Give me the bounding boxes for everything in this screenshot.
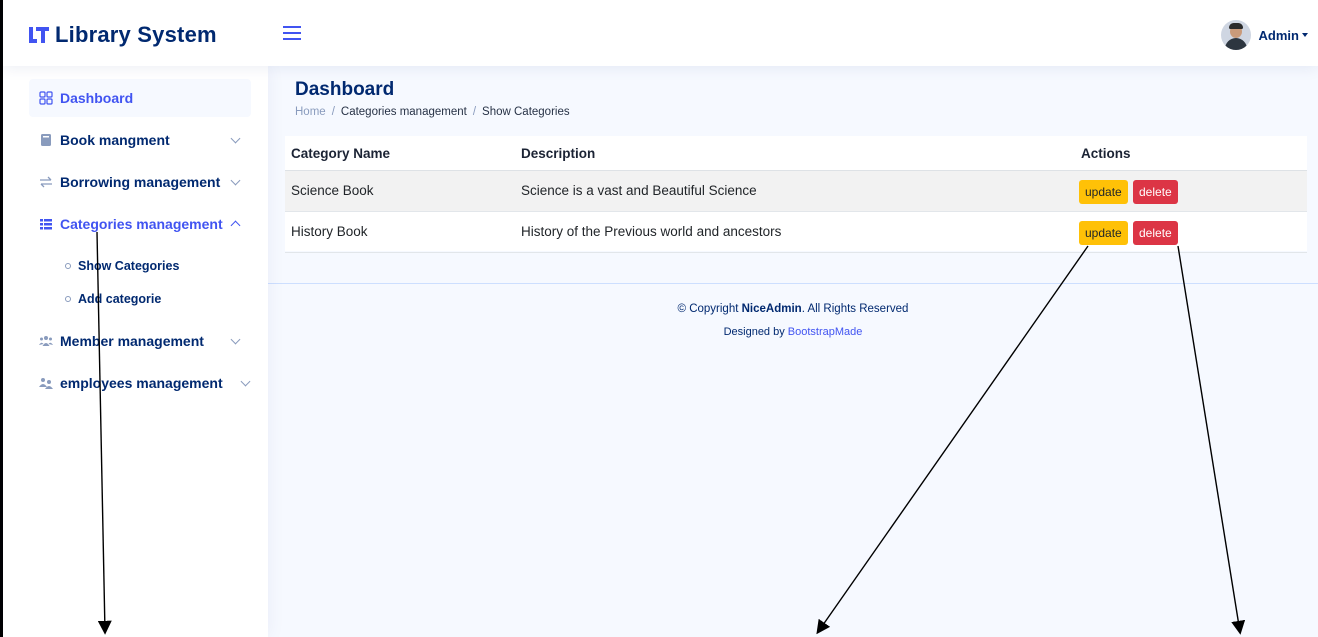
update-button[interactable]: update <box>1079 221 1128 245</box>
chevron-down-icon <box>230 133 241 144</box>
chevron-down-icon <box>240 376 251 387</box>
breadcrumb-current: Show Categories <box>482 106 570 118</box>
page: Library System Admin Dashboard Book mang… <box>0 0 1318 637</box>
sidebar-item-borrowing[interactable]: Borrowing management <box>29 163 251 201</box>
logo-icon <box>29 25 49 45</box>
sidebar-subitem-label: Add categorie <box>78 292 162 306</box>
chevron-down-icon <box>230 334 241 345</box>
app-title: Library System <box>55 22 217 47</box>
arrows-icon <box>39 175 53 189</box>
column-header-description: Description <box>521 146 596 161</box>
sidebar: Dashboard Book mangment Borrowing manage… <box>3 66 268 637</box>
sidebar-item-label: Borrowing management <box>60 174 221 190</box>
credits: Designed by BootstrapMade <box>268 326 1318 338</box>
main-content: Dashboard Home / Categories management /… <box>268 66 1318 637</box>
delete-button[interactable]: delete <box>1133 180 1178 204</box>
footer-divider <box>268 283 1318 284</box>
page-title: Dashboard <box>295 79 395 100</box>
sidebar-subitem-label: Show Categories <box>78 259 180 273</box>
people-icon <box>39 334 53 348</box>
copyright-suffix: . All Rights Reserved <box>801 303 909 315</box>
table-row: History Book History of the Previous wor… <box>285 212 1307 253</box>
sidebar-toggle-icon[interactable] <box>283 25 301 41</box>
column-header-actions: Actions <box>1081 146 1131 161</box>
sidebar-item-label: employees management <box>60 375 223 391</box>
user-menu[interactable]: Admin <box>1220 20 1308 50</box>
list-icon <box>39 217 53 231</box>
chevron-down-icon <box>230 175 241 186</box>
copyright-brand: NiceAdmin <box>741 303 802 315</box>
table-header: Category Name Description Actions <box>285 136 1307 171</box>
update-button[interactable]: update <box>1079 180 1128 204</box>
sidebar-item-label: Dashboard <box>60 90 134 106</box>
chevron-up-icon <box>230 220 241 231</box>
avatar <box>1220 20 1251 50</box>
sidebar-subitem-add-category[interactable]: Add categorie <box>65 292 161 306</box>
circle-icon <box>65 296 71 302</box>
breadcrumb: Home / Categories management / Show Cate… <box>295 106 570 118</box>
breadcrumb-home[interactable]: Home <box>295 106 326 118</box>
sidebar-item-books[interactable]: Book mangment <box>29 121 251 159</box>
top-header: Library System Admin <box>3 0 1318 66</box>
sidebar-item-label: Member management <box>60 333 204 349</box>
sidebar-item-categories[interactable]: Categories management <box>29 205 251 243</box>
category-name: Science Book <box>291 183 374 198</box>
copyright: © Copyright NiceAdmin. All Rights Reserv… <box>268 303 1318 315</box>
designer-link[interactable]: BootstrapMade <box>788 326 863 338</box>
people-icon <box>39 376 53 390</box>
book-icon <box>39 133 53 147</box>
delete-button[interactable]: delete <box>1133 221 1178 245</box>
column-header-name: Category Name <box>291 146 391 161</box>
category-name: History Book <box>291 224 368 239</box>
sidebar-item-dashboard[interactable]: Dashboard <box>29 79 251 117</box>
caret-down-icon <box>1302 33 1308 37</box>
sidebar-item-label: Book mangment <box>60 132 170 148</box>
user-name: Admin <box>1258 27 1299 43</box>
sidebar-item-members[interactable]: Member management <box>29 322 251 360</box>
grid-icon <box>39 91 53 105</box>
category-description: Science is a vast and Beautiful Science <box>521 183 757 198</box>
breadcrumb-categories[interactable]: Categories management <box>341 106 467 118</box>
categories-table: Category Name Description Actions Scienc… <box>285 136 1307 253</box>
circle-icon <box>65 263 71 269</box>
sidebar-item-label: Categories management <box>60 216 223 232</box>
logo[interactable]: Library System <box>29 22 217 48</box>
category-description: History of the Previous world and ancest… <box>521 224 782 239</box>
table-row: Science Book Science is a vast and Beaut… <box>285 171 1307 212</box>
sidebar-subitem-show-categories[interactable]: Show Categories <box>65 259 179 273</box>
credits-prefix: Designed by <box>723 326 785 338</box>
copyright-prefix: © Copyright <box>677 303 739 315</box>
sidebar-item-employees[interactable]: employees management <box>29 364 251 402</box>
